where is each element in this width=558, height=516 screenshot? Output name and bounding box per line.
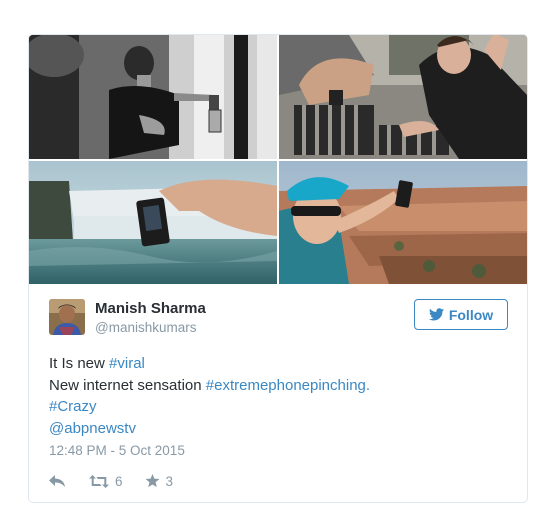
star-icon: [145, 474, 159, 488]
like-count: 3: [165, 473, 174, 489]
tweet-line-1: It Is new #viral: [49, 353, 509, 375]
follow-button[interactable]: Follow: [414, 299, 508, 330]
like-button[interactable]: 3: [145, 473, 174, 489]
hashtag-viral[interactable]: #viral: [109, 355, 145, 372]
embedded-tweet-card: Manish Sharma @manishkumars Follow It Is…: [28, 34, 528, 503]
tweet-actions: 6 3: [49, 472, 173, 490]
retweet-button[interactable]: 6: [89, 474, 123, 489]
reply-icon: [49, 474, 65, 487]
tweet-text-segment: It Is new: [49, 355, 110, 372]
tweet-line-3: #Crazy: [49, 396, 509, 418]
reply-button[interactable]: [49, 474, 65, 488]
tweet-text: It Is new #viral New internet sensation …: [49, 353, 509, 439]
mention-abpnewstv[interactable]: @abpnewstv: [49, 420, 136, 437]
retweet-count: 6: [115, 473, 123, 489]
hashtag-extremephonepinching[interactable]: #extremephonepinching.: [206, 377, 370, 394]
photo-4[interactable]: [279, 161, 527, 284]
media-grid: [29, 35, 527, 284]
tweet-text-segment: New internet sensation: [49, 376, 206, 394]
photo-2[interactable]: [279, 35, 527, 159]
tweet-author: Manish Sharma @manishkumars: [49, 299, 329, 339]
tweet-line-4: @abpnewstv: [49, 418, 509, 440]
author-screen-name[interactable]: @manishkumars: [95, 320, 196, 335]
tweet-line-2: New internet sensation #extremephonepinc…: [49, 375, 509, 397]
photo-1[interactable]: [29, 35, 277, 159]
twitter-bird-icon: [428, 308, 444, 321]
author-avatar[interactable]: [49, 299, 85, 335]
retweet-icon: [89, 474, 109, 488]
photo-3[interactable]: [29, 161, 277, 284]
author-display-name[interactable]: Manish Sharma: [95, 300, 206, 317]
hashtag-crazy[interactable]: #Crazy: [49, 398, 97, 415]
follow-label: Follow: [448, 306, 494, 323]
tweet-timestamp[interactable]: 12:48 PM - 5 Oct 2015: [49, 443, 185, 458]
